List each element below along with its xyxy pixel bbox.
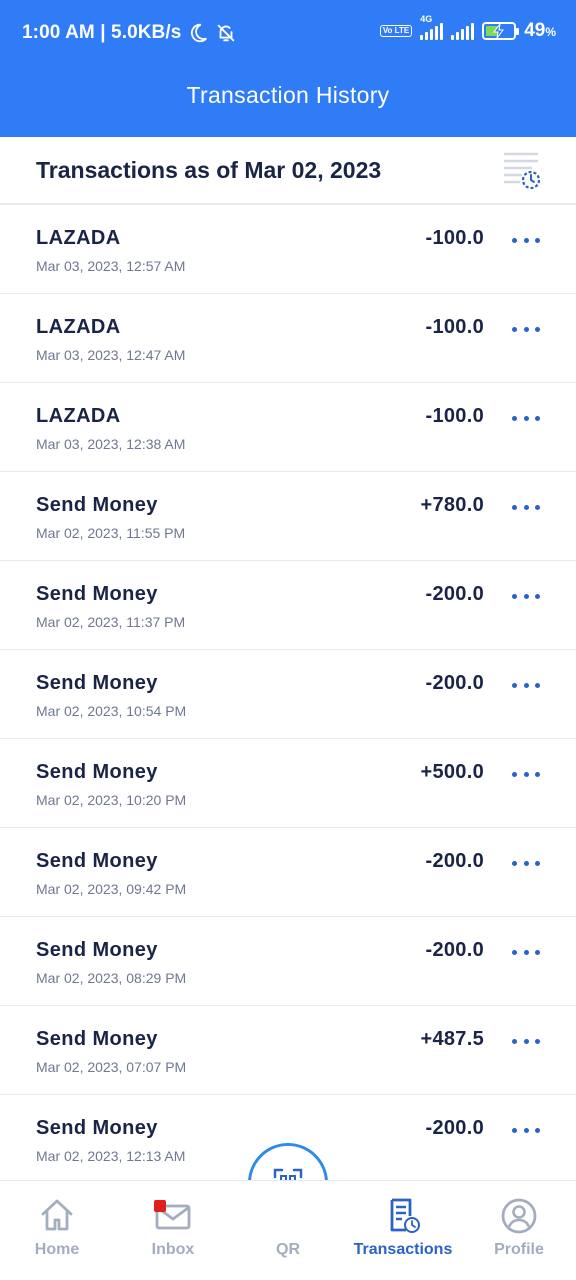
transaction-date: Mar 03, 2023, 12:57 AM xyxy=(36,258,186,274)
transaction-row[interactable]: Send Money Mar 02, 2023, 10:54 PM -200.0 xyxy=(0,650,576,739)
nav-home[interactable]: Home xyxy=(0,1181,114,1280)
bell-off-icon xyxy=(218,24,235,42)
more-options-button[interactable] xyxy=(512,591,540,601)
receipt-clock-icon xyxy=(390,1198,420,1233)
transaction-amount: -200.0 xyxy=(425,1117,484,1139)
transaction-amount: +487.5 xyxy=(420,1028,484,1050)
moon-icon xyxy=(191,23,208,43)
transaction-row[interactable]: LAZADA Mar 03, 2023, 12:57 AM -100.0 xyxy=(0,205,576,294)
more-options-button[interactable] xyxy=(512,947,540,957)
more-options-button[interactable] xyxy=(512,502,540,512)
transaction-row[interactable]: Send Money Mar 02, 2023, 11:37 PM -200.0 xyxy=(0,561,576,650)
transaction-date: Mar 02, 2023, 12:13 AM xyxy=(36,1148,186,1164)
transaction-name: LAZADA xyxy=(36,227,121,249)
transaction-name: Send Money xyxy=(36,494,158,516)
transaction-amount: +780.0 xyxy=(420,494,484,516)
transaction-date: Mar 02, 2023, 07:07 PM xyxy=(36,1059,187,1075)
nav-profile-label: Profile xyxy=(494,1241,544,1258)
transactions-subheader: Transactions as of Mar 02, 2023 xyxy=(0,137,576,205)
transaction-name: LAZADA xyxy=(36,316,121,338)
transaction-date: Mar 03, 2023, 12:47 AM xyxy=(36,347,186,363)
transaction-name: Send Money xyxy=(36,1117,158,1139)
transaction-date: Mar 02, 2023, 11:55 PM xyxy=(36,525,186,541)
transaction-amount: -200.0 xyxy=(425,672,484,694)
nav-qr-label: QR xyxy=(276,1241,300,1258)
more-options-button[interactable] xyxy=(512,769,540,779)
transaction-amount: -100.0 xyxy=(425,405,484,427)
nav-inbox-label: Inbox xyxy=(151,1241,195,1258)
bottom-navigation: Home Inbox QR Transactions Profile xyxy=(0,1180,576,1280)
battery-percent: 49% xyxy=(524,20,556,41)
transaction-date: Mar 03, 2023, 12:38 AM xyxy=(36,436,186,452)
transaction-amount: -200.0 xyxy=(425,939,484,961)
transaction-amount: -200.0 xyxy=(425,850,484,872)
transaction-name: Send Money xyxy=(36,761,158,783)
transaction-row[interactable]: Send Money Mar 02, 2023, 07:07 PM +487.5 xyxy=(0,1006,576,1095)
transaction-date: Mar 02, 2023, 10:54 PM xyxy=(36,703,187,719)
transaction-name: Send Money xyxy=(36,939,158,961)
notification-badge xyxy=(154,1200,166,1212)
app-header: 1:00 AM | 5.0KB/s Vo LTE 4G 49% Transact… xyxy=(0,0,576,137)
transaction-amount: +500.0 xyxy=(420,761,484,783)
transaction-name: Send Money xyxy=(36,583,158,605)
page-title: Transaction History xyxy=(186,82,390,108)
nav-profile[interactable]: Profile xyxy=(462,1181,576,1280)
signal-icon xyxy=(451,22,475,40)
transaction-row[interactable]: LAZADA Mar 03, 2023, 12:47 AM -100.0 xyxy=(0,294,576,383)
transaction-date: Mar 02, 2023, 11:37 PM xyxy=(36,614,186,630)
more-options-button[interactable] xyxy=(512,680,540,690)
mobile-signal-4g-icon: 4G xyxy=(420,14,444,40)
transaction-name: Send Money xyxy=(36,672,158,694)
more-options-button[interactable] xyxy=(512,858,540,868)
volte-icon: Vo LTE xyxy=(379,25,413,37)
transaction-name: LAZADA xyxy=(36,405,121,427)
transaction-amount: -100.0 xyxy=(425,227,484,249)
transaction-amount: -200.0 xyxy=(425,583,484,605)
nav-inbox[interactable]: Inbox xyxy=(114,1181,232,1280)
transaction-name: Send Money xyxy=(36,850,158,872)
battery-icon xyxy=(482,22,520,40)
status-right: Vo LTE 4G 49% xyxy=(379,14,556,42)
more-options-button[interactable] xyxy=(512,1125,540,1135)
transaction-row[interactable]: Send Money Mar 02, 2023, 08:29 PM -200.0 xyxy=(0,917,576,1006)
history-filter-button[interactable] xyxy=(502,151,542,191)
nav-transactions-label: Transactions xyxy=(353,1241,453,1258)
time-speed-text: 1:00 AM | 5.0KB/s xyxy=(22,22,182,43)
home-icon xyxy=(41,1199,73,1231)
transaction-row[interactable]: LAZADA Mar 03, 2023, 12:38 AM -100.0 xyxy=(0,383,576,472)
transaction-row[interactable]: Send Money Mar 02, 2023, 09:42 PM -200.0 xyxy=(0,828,576,917)
user-circle-icon xyxy=(501,1198,537,1234)
status-bar: 1:00 AM | 5.0KB/s Vo LTE 4G 49% xyxy=(0,0,576,70)
more-options-button[interactable] xyxy=(512,324,540,334)
transaction-date: Mar 02, 2023, 10:20 PM xyxy=(36,792,187,808)
more-options-button[interactable] xyxy=(512,413,540,423)
transaction-date: Mar 02, 2023, 08:29 PM xyxy=(36,970,187,986)
transaction-row[interactable]: Send Money Mar 02, 2023, 11:55 PM +780.0 xyxy=(0,472,576,561)
more-options-button[interactable] xyxy=(512,1036,540,1046)
nav-transactions[interactable]: Transactions xyxy=(344,1181,462,1280)
transaction-date: Mar 02, 2023, 09:42 PM xyxy=(36,881,187,897)
more-options-button[interactable] xyxy=(512,235,540,245)
transaction-amount: -100.0 xyxy=(425,316,484,338)
transactions-date-title: Transactions as of Mar 02, 2023 xyxy=(36,157,382,183)
status-left: 1:00 AM | 5.0KB/s xyxy=(22,22,237,44)
transaction-list: LAZADA Mar 03, 2023, 12:57 AM -100.0 LAZADA… xyxy=(0,205,576,1180)
transaction-name: Send Money xyxy=(36,1028,158,1050)
transaction-row[interactable]: Send Money Mar 02, 2023, 10:20 PM +500.0 xyxy=(0,739,576,828)
nav-qr[interactable]: QR xyxy=(232,1181,344,1280)
nav-home-label: Home xyxy=(34,1241,80,1258)
list-clock-icon xyxy=(504,152,541,190)
